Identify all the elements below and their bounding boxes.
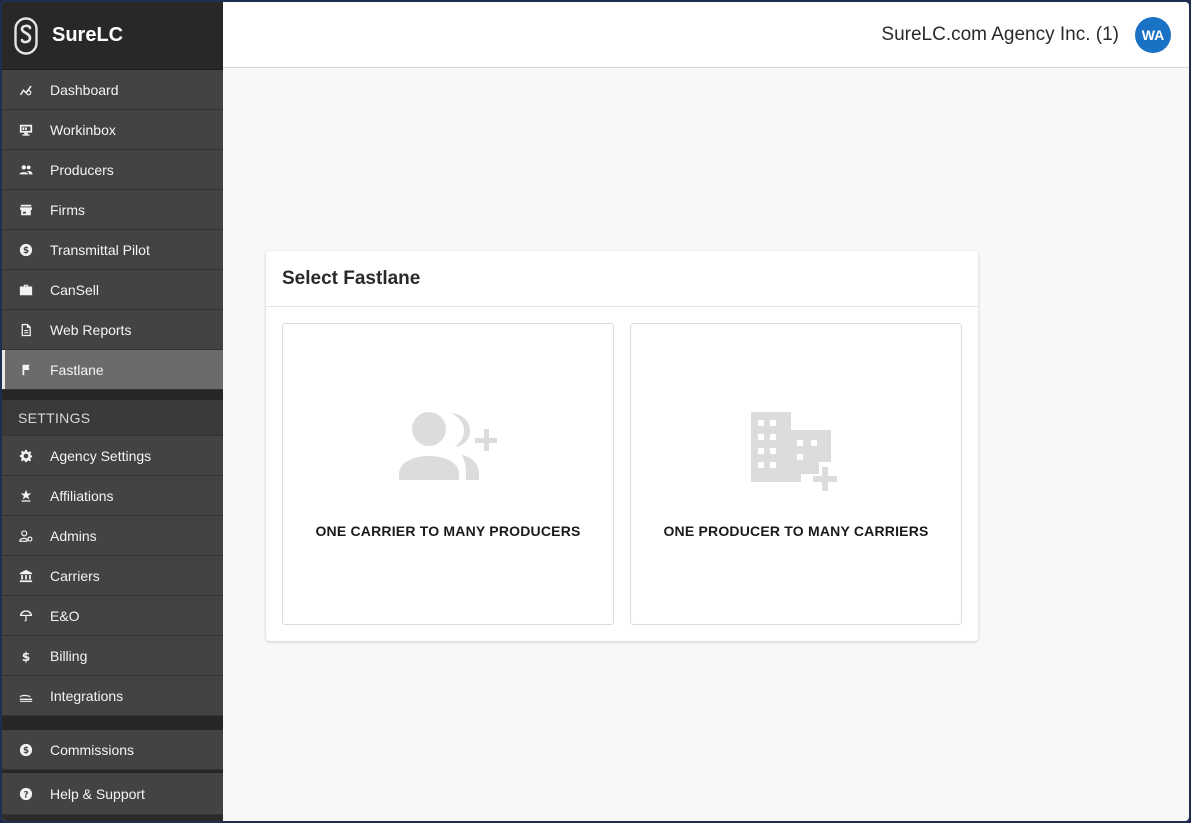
sidebar-item-agency-settings[interactable]: Agency Settings [2,436,223,476]
agency-name[interactable]: SureLC.com Agency Inc. (1) [881,24,1119,46]
sidebar-item-transmittal-pilot[interactable]: $ Transmittal Pilot [2,230,223,270]
sidebar-item-label: Producers [50,161,114,178]
sidebar-item-carriers[interactable]: Carriers [2,556,223,596]
select-fastlane-card: Select Fastlane ONE CARRIER TO MANY PROD… [266,251,978,641]
sidebar-item-label: Workinbox [50,121,116,138]
sidebar-item-label: E&O [50,607,80,624]
sidebar-item-label: Help & Support [50,785,145,802]
sidebar-item-firms[interactable]: Firms [2,190,223,230]
person-add-icon [283,410,613,480]
star-person-icon [2,489,50,503]
sidebar-item-eo[interactable]: E&O [2,596,223,636]
document-icon [2,323,50,337]
sidebar-item-dashboard[interactable]: Dashboard [2,70,223,110]
brand-name: SureLC [52,24,124,46]
sidebar-item-label: Firms [50,201,85,218]
sidebar-divider [2,390,223,400]
sidebar-item-label: Affiliations [50,487,114,504]
sidebar-item-label: Web Reports [50,321,132,338]
people-icon [2,163,50,177]
sidebar-divider [2,716,223,730]
sidebar-item-web-reports[interactable]: Web Reports [2,310,223,350]
umbrella-icon [2,609,50,623]
svg-text:$: $ [23,246,29,256]
sidebar-item-label: Carriers [50,567,100,584]
sidebar-item-help-support[interactable]: ? Help & Support [2,773,223,815]
sidebar-item-fastlane[interactable]: Fastlane [2,350,223,390]
sidebar-item-label: Admins [50,527,97,544]
sidebar-item-label: Fastlane [50,361,104,378]
flag-icon [2,363,50,377]
svg-text:$: $ [23,746,29,756]
sidebar-item-admins[interactable]: Admins [2,516,223,556]
sidebar-item-billing[interactable]: $ Billing [2,636,223,676]
sidebar-item-producers[interactable]: Producers [2,150,223,190]
app-window: SureLC Dashboard Workinbox Producers Fir… [0,0,1191,823]
brand[interactable]: SureLC [2,2,223,70]
surelc-logo-icon [14,16,38,55]
bank-icon [2,569,50,583]
sidebar-item-workinbox[interactable]: Workinbox [2,110,223,150]
svg-text:$: $ [22,649,31,662]
sidebar: SureLC Dashboard Workinbox Producers Fir… [2,2,223,821]
dollar-icon: $ [2,649,50,662]
sidebar-item-label: CanSell [50,281,100,298]
dollar-circle-icon: $ [2,743,50,757]
briefcase-icon [2,283,50,297]
sidebar-item-label: Commissions [50,741,135,758]
sidebar-item-label: Transmittal Pilot [50,241,150,258]
option-one-producer-many-carriers[interactable]: ONE PRODUCER TO MANY CARRIERS [630,323,962,625]
avatar[interactable]: WA [1135,16,1171,53]
option-one-carrier-many-producers[interactable]: ONE CARRIER TO MANY PRODUCERS [282,323,614,625]
store-icon [2,203,50,217]
sidebar-item-label: Integrations [50,687,124,704]
svg-text:?: ? [23,790,28,800]
gear-icon [2,449,50,463]
help-icon: ? [2,787,50,801]
sidebar-item-integrations[interactable]: Integrations [2,676,223,716]
sidebar-item-commissions[interactable]: $ Commissions [2,730,223,770]
chart-line-icon [2,83,50,97]
card-title: Select Fastlane [266,251,978,307]
sidebar-item-label: Agency Settings [50,447,152,464]
integration-icon [2,689,50,703]
sidebar-item-label: Billing [50,647,88,664]
building-add-icon [631,412,961,492]
sidebar-item-label: Dashboard [50,81,119,98]
sidebar-item-cansell[interactable]: CanSell [2,270,223,310]
sidebar-item-affiliations[interactable]: Affiliations [2,476,223,516]
top-header: SureLC.com Agency Inc. (1) WA [223,2,1189,68]
option-label: ONE CARRIER TO MANY PRODUCERS [315,523,581,539]
settings-section-header: SETTINGS [2,400,223,436]
monitor-icon [2,123,50,137]
person-gear-icon [2,529,50,543]
dollar-circle-icon: $ [2,243,50,257]
option-label: ONE PRODUCER TO MANY CARRIERS [663,523,929,539]
